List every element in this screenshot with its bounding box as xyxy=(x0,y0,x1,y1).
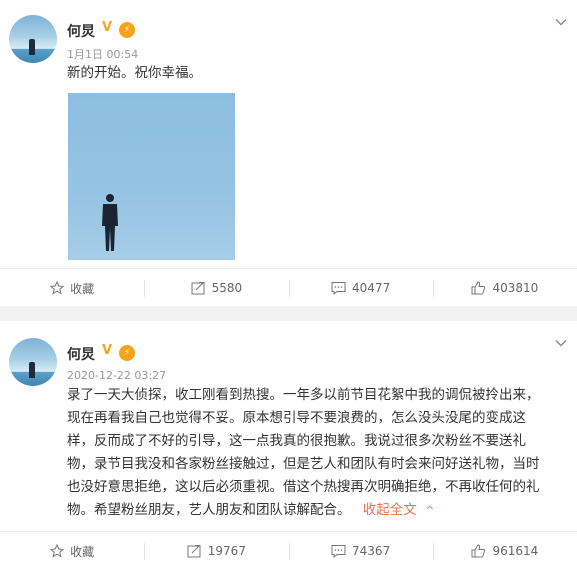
comment-button[interactable]: 74367 xyxy=(288,532,433,570)
repost-count: 5580 xyxy=(211,281,243,295)
repost-button[interactable]: 19767 xyxy=(144,532,288,570)
repost-icon xyxy=(187,545,201,558)
post-text: 新的开始。祝你幸福。 xyxy=(67,65,202,81)
favorite-button[interactable]: 收藏 xyxy=(0,532,144,570)
repost-button[interactable]: 5580 xyxy=(144,269,288,307)
action-bar: 收藏 5580 40477 403810 xyxy=(0,268,577,307)
post-text-line: 物，录节目我没和各家粉丝接触过，但是艺人和团队有时会来问好送礼物，当时 xyxy=(67,456,540,472)
star-icon xyxy=(50,281,65,295)
comment-button[interactable]: 40477 xyxy=(288,269,433,307)
like-count: 403810 xyxy=(492,281,539,295)
post-text-line: 也没好意思拒绝，这以后必须重视。借这个热搜再次明确拒绝，不再收任何的礼 xyxy=(67,479,540,495)
post-text-line: 样，反而成了不好的引导，这一点我真的很抱歉。我说过很多次粉丝不要送礼 xyxy=(67,433,526,449)
chevron-up-icon[interactable]: ^ xyxy=(425,504,434,517)
weibo-post-1: 何炅 V ⚡ 1月1日 00:54 新的开始。祝你幸福。 收藏 5580 404… xyxy=(0,0,577,306)
avatar[interactable] xyxy=(9,338,57,386)
post-photo[interactable] xyxy=(68,93,235,260)
collapse-link[interactable]: 收起全文 xyxy=(363,502,417,518)
repost-count: 19767 xyxy=(207,544,246,558)
weibo-post-2: 何炅 V ⚡ 2020-12-22 03:27 录了一天大侦探，收工刚看到热搜。… xyxy=(0,321,577,570)
author-name[interactable]: 何炅 xyxy=(67,344,95,364)
avatar[interactable] xyxy=(9,15,57,63)
post-text: 录了一天大侦探，收工刚看到热搜。一年多以前节目花絮中我的调侃被拎出来， 现在再看… xyxy=(67,384,540,522)
verified-v-icon: V xyxy=(102,343,113,358)
person-silhouette xyxy=(102,194,118,251)
comment-icon xyxy=(331,545,346,558)
post-time[interactable]: 2020-12-22 03:27 xyxy=(67,369,166,382)
post-text-line: 录了一天大侦探，收工刚看到热搜。一年多以前节目花絮中我的调侃被拎出来， xyxy=(67,387,540,403)
thumbs-up-icon xyxy=(471,544,486,558)
post-text-line: 现在再看我自己也觉得不妥。原本想引导不要浪费的，怎么没头没尾的变成这 xyxy=(67,410,526,426)
chevron-down-icon[interactable] xyxy=(555,337,567,349)
comment-count: 40477 xyxy=(352,281,391,295)
like-button[interactable]: 961614 xyxy=(432,532,577,570)
action-bar: 收藏 19767 74367 961614 xyxy=(0,531,577,570)
post-time[interactable]: 1月1日 00:54 xyxy=(67,46,138,62)
post-text-last: 物。希望粉丝朋友，艺人朋友和团队谅解配合。 xyxy=(67,502,351,518)
author-name[interactable]: 何炅 xyxy=(67,21,95,41)
comment-icon xyxy=(331,282,346,295)
like-button[interactable]: 403810 xyxy=(432,269,577,307)
like-count: 961614 xyxy=(492,544,539,558)
favorite-button[interactable]: 收藏 xyxy=(0,269,144,307)
fan-badge-icon: ⚡ xyxy=(119,345,135,361)
favorite-label: 收藏 xyxy=(70,281,95,296)
post-text-line: 物。希望粉丝朋友，艺人朋友和团队谅解配合。 收起全文 ^ xyxy=(67,499,540,522)
comment-count: 74367 xyxy=(352,544,391,558)
chevron-down-icon[interactable] xyxy=(555,16,567,28)
verified-v-icon: V xyxy=(102,20,113,35)
thumbs-up-icon xyxy=(471,281,486,295)
star-icon xyxy=(50,544,65,558)
repost-icon xyxy=(191,282,205,295)
fan-badge-icon: ⚡ xyxy=(119,22,135,38)
favorite-label: 收藏 xyxy=(70,544,95,559)
